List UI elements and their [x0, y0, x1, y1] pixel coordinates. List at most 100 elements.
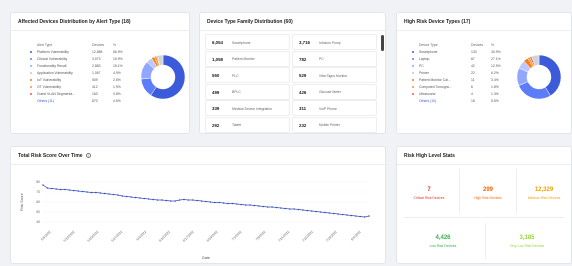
data-point[interactable] — [319, 211, 322, 213]
data-point[interactable] — [359, 215, 361, 218]
table-row[interactable]: Platform Vulnerability 12,885 66.9% — [19, 50, 131, 56]
alert-type-donut[interactable] — [139, 53, 187, 101]
data-point[interactable] — [328, 212, 331, 214]
data-point[interactable] — [332, 212, 335, 215]
table-row[interactable]: Ultrasound 4 1.3% — [405, 92, 515, 98]
data-point[interactable] — [258, 205, 260, 207]
family-cell[interactable]: 311 VoIP Phone — [292, 100, 377, 116]
data-point[interactable] — [244, 204, 247, 206]
data-point[interactable] — [64, 188, 66, 191]
family-cell[interactable]: 529 Vital Signs Monitor — [292, 67, 377, 83]
data-point[interactable] — [209, 201, 212, 203]
data-point[interactable] — [302, 209, 304, 211]
data-point[interactable] — [147, 198, 150, 200]
data-point[interactable] — [178, 199, 181, 201]
family-cell[interactable]: 782 PC — [292, 50, 377, 67]
risk-stat[interactable]: 12,329 Medium Risk Devices — [518, 187, 570, 200]
family-cell[interactable]: 499 BPLC — [205, 83, 290, 100]
risk-stat[interactable]: 3,185 Very Low Risk Devices — [488, 235, 566, 248]
data-point[interactable] — [117, 194, 119, 196]
data-point[interactable] — [324, 211, 326, 214]
data-point[interactable] — [55, 188, 58, 190]
data-point[interactable] — [77, 190, 80, 192]
risk-stat[interactable]: 299 High Risk Devices — [461, 187, 515, 200]
family-cell[interactable]: 6,054 Smartphone — [205, 34, 290, 50]
family-cell[interactable]: 3,716 Infusion Pump — [292, 34, 377, 50]
data-point[interactable] — [275, 206, 278, 209]
donut-slice[interactable] — [518, 81, 551, 100]
data-point[interactable] — [231, 202, 234, 205]
table-row[interactable]: Smartphone 133 40.9% — [405, 50, 515, 56]
family-cell[interactable]: 550 PLC — [205, 67, 290, 83]
data-point[interactable] — [169, 200, 172, 202]
data-point[interactable] — [112, 193, 115, 196]
data-point[interactable] — [139, 197, 141, 199]
data-point[interactable] — [42, 184, 44, 186]
table-row[interactable]: IoT Vulnerability 509 2.6% — [19, 78, 131, 84]
data-point[interactable] — [341, 213, 344, 216]
table-row[interactable]: PC 42 12.9% — [405, 64, 515, 70]
risk-stat[interactable]: 4,426 Low Risk Devices — [403, 235, 483, 248]
data-point[interactable] — [280, 207, 282, 209]
data-point[interactable] — [156, 199, 159, 201]
data-point[interactable] — [214, 201, 216, 204]
data-point[interactable] — [46, 187, 49, 189]
others-link[interactable]: Others (11) — [37, 99, 54, 103]
family-cell[interactable]: 426 Glucose Meter — [292, 83, 377, 100]
data-point[interactable] — [205, 200, 207, 203]
data-point[interactable] — [196, 199, 198, 202]
family-scrollbar[interactable] — [381, 35, 384, 51]
data-point[interactable] — [108, 193, 110, 195]
data-point[interactable] — [346, 214, 348, 216]
data-point[interactable] — [262, 205, 265, 208]
risk-stat[interactable]: 7 Critical Risk Devices — [401, 187, 457, 200]
data-point[interactable] — [310, 210, 313, 212]
data-point[interactable] — [95, 191, 97, 194]
data-point[interactable] — [183, 198, 185, 201]
table-row[interactable]: Clinical Vulnerability 3,073 15.9% — [19, 57, 131, 63]
data-point[interactable] — [271, 206, 273, 208]
table-row[interactable]: Application Vulnerability 1,067 4.9% — [19, 71, 131, 77]
high-risk-donut[interactable] — [515, 53, 563, 101]
data-point[interactable] — [266, 206, 269, 208]
data-point[interactable] — [152, 198, 154, 201]
table-row[interactable]: Laptop 87 27.1% — [405, 57, 515, 63]
data-point[interactable] — [249, 204, 251, 206]
data-point[interactable] — [174, 200, 176, 202]
data-point[interactable] — [68, 189, 71, 191]
data-point[interactable] — [86, 191, 88, 193]
risk-score-chart[interactable]: Risk Score 80 70 60 50 40 5/6/2022 5/13/2022 5/2… — [11, 165, 387, 265]
data-point[interactable] — [81, 190, 84, 193]
data-point[interactable] — [222, 202, 225, 204]
data-point[interactable] — [125, 195, 128, 198]
data-point[interactable] — [227, 202, 229, 205]
data-point[interactable] — [288, 208, 291, 210]
table-row[interactable]: OT Vulnerability 412 1.9% — [19, 85, 131, 91]
others-row[interactable]: Others (11) 870 4.5% — [19, 99, 131, 105]
family-cell[interactable]: 292 Tablet — [205, 116, 290, 133]
family-cell[interactable]: 1,058 Patient Monitor — [205, 50, 290, 67]
table-row[interactable]: Functionality Recall 2,883 15.1% — [19, 64, 131, 70]
data-point[interactable] — [134, 196, 137, 199]
table-row[interactable]: Patient Monitor Cal... 11 3.4% — [405, 78, 515, 84]
data-point[interactable] — [284, 207, 287, 210]
data-point[interactable] — [90, 191, 93, 194]
data-point[interactable] — [354, 215, 357, 217]
data-point[interactable] — [99, 192, 102, 194]
data-point[interactable] — [350, 214, 353, 217]
table-row[interactable]: Guest VLAN Segmenta... 163 0.8% — [19, 92, 131, 98]
data-point[interactable] — [306, 209, 309, 212]
data-point[interactable] — [236, 203, 238, 205]
data-point[interactable] — [103, 192, 106, 195]
info-icon[interactable]: i — [85, 153, 91, 158]
family-cell[interactable]: 232 Mobile Printer — [292, 116, 377, 133]
data-point[interactable] — [59, 188, 62, 191]
others-row[interactable]: Others (10) 18 5.5% — [405, 99, 515, 105]
data-point[interactable] — [240, 203, 243, 206]
data-point[interactable] — [293, 208, 295, 210]
family-cell[interactable]: 339 Medical Device Integration — [205, 100, 290, 116]
data-point[interactable] — [187, 199, 190, 201]
data-point[interactable] — [191, 199, 194, 201]
table-row[interactable]: Computed Tomogra... 6 1.8% — [405, 85, 515, 91]
data-point[interactable] — [315, 210, 317, 213]
